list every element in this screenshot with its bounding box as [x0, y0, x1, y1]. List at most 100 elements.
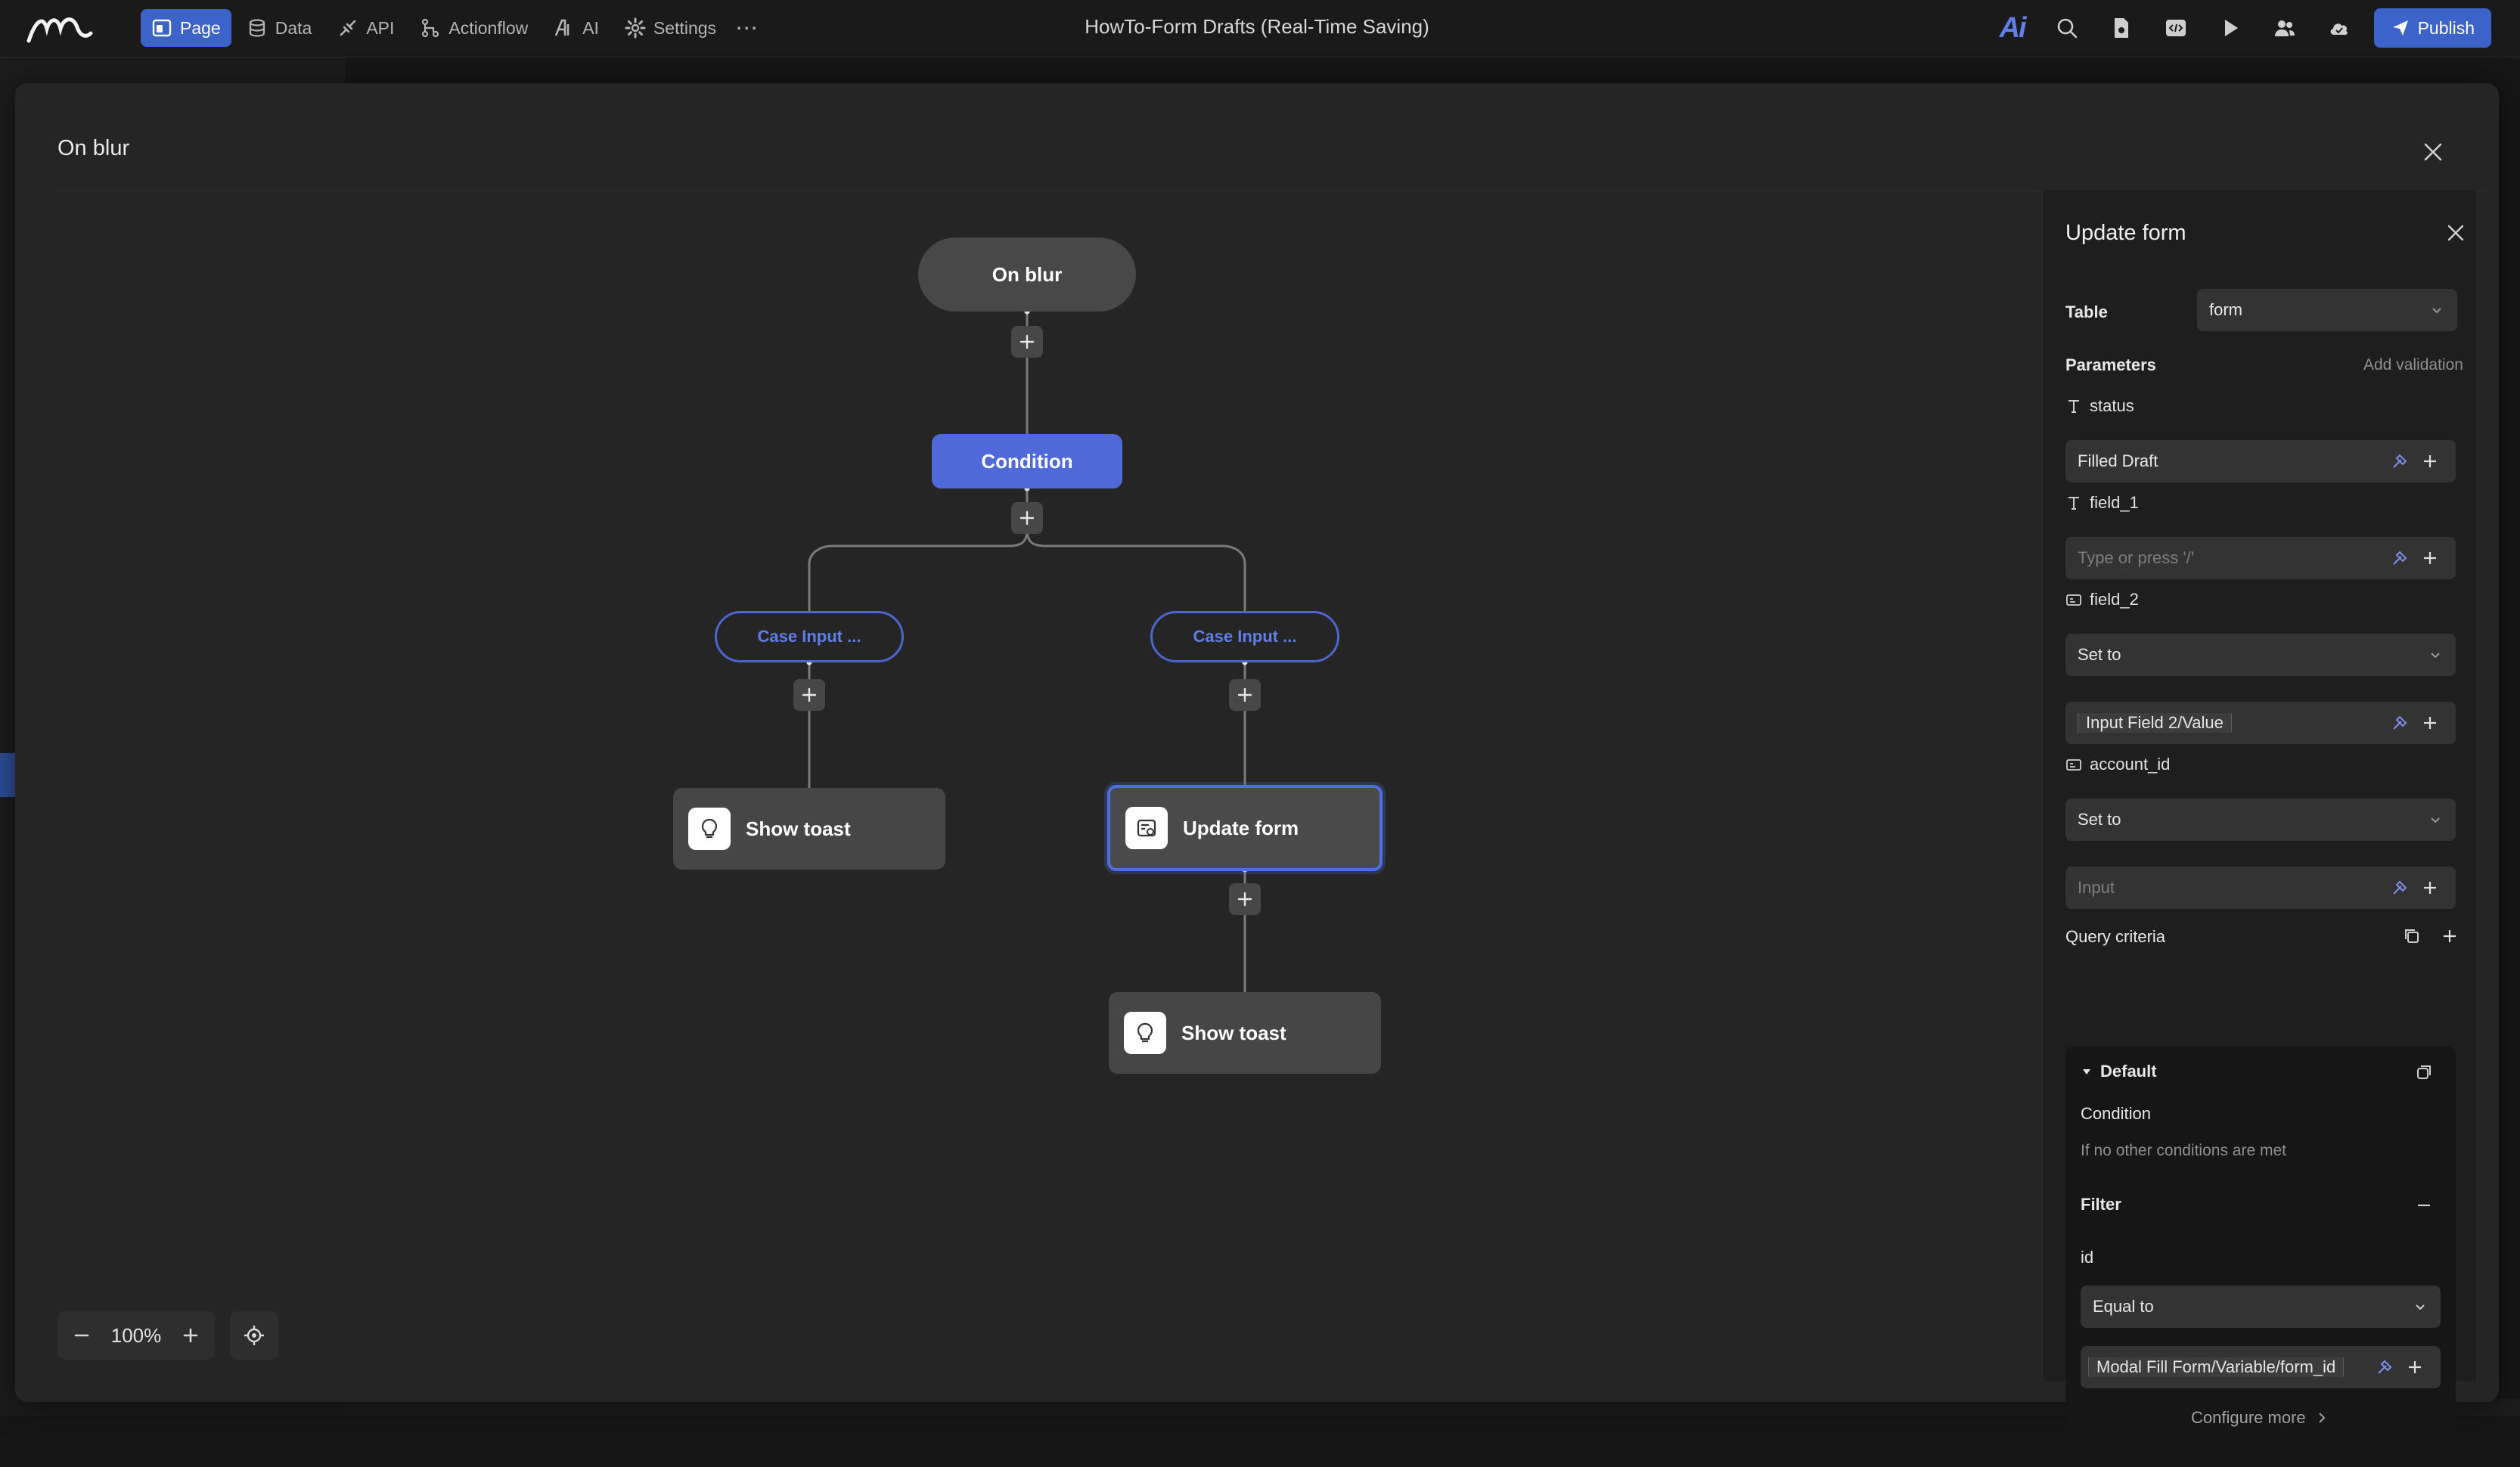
nav-page[interactable]: Page	[141, 9, 231, 47]
more-menu-button[interactable]: ⋯	[731, 9, 762, 47]
json-type-icon	[2065, 756, 2082, 773]
filter-operator-select[interactable]: Equal to	[2081, 1286, 2441, 1328]
account-id-value-input[interactable]: Input	[2065, 867, 2456, 909]
field-2-value-chip[interactable]: Input Field 2/Value	[2078, 713, 2232, 733]
magic-formula-icon[interactable]	[2385, 543, 2415, 573]
zoom-controls: 100%	[57, 1311, 215, 1360]
nav-settings-label: Settings	[653, 17, 717, 38]
event-flow-modal: On blur On blur Condition Case Input ...…	[15, 83, 2499, 1467]
flow-canvas[interactable]: On blur Condition Case Input ... Case In…	[15, 83, 2042, 1402]
magic-formula-icon[interactable]	[2369, 1352, 2400, 1382]
param-name: field_1	[2090, 493, 2139, 512]
parameters-label: Parameters	[2065, 355, 2156, 374]
flow-node-start[interactable]: On blur	[918, 237, 1136, 312]
nav-data[interactable]: Data	[236, 9, 323, 47]
nav-ai[interactable]: AI	[543, 9, 610, 47]
duplicate-criteria-button[interactable]	[2409, 1057, 2439, 1087]
plus-icon	[1019, 334, 1035, 349]
close-icon	[2447, 225, 2464, 241]
field-2-value-input[interactable]: Input Field 2/Value	[2065, 702, 2456, 744]
param-name: status	[2090, 396, 2134, 415]
status-value: Filled Draft	[2078, 451, 2158, 470]
zoom-in-button[interactable]	[175, 1320, 206, 1351]
cloud-sync-button[interactable]	[2320, 8, 2359, 48]
main-nav: Page Data API Actionflow AI Settings ⋯	[141, 9, 762, 47]
text-type-icon	[2065, 495, 2082, 511]
form-update-icon	[1125, 807, 1168, 849]
plus-icon[interactable]	[2415, 708, 2445, 738]
account-id-mode-select[interactable]: Set to	[2065, 799, 2456, 841]
add-step-button[interactable]	[1229, 679, 1261, 711]
zoom-out-button[interactable]	[67, 1320, 97, 1351]
magic-formula-icon[interactable]	[2385, 708, 2415, 738]
page-icon	[152, 19, 172, 37]
ai-assistant-button[interactable]: Ai	[1993, 8, 2032, 48]
add-step-button[interactable]	[793, 679, 825, 711]
minus-icon	[2418, 1204, 2430, 1207]
add-step-button[interactable]	[1011, 326, 1043, 358]
panel-close-button[interactable]	[2441, 218, 2471, 248]
configure-more-link[interactable]: Configure more	[2191, 1408, 2329, 1428]
plus-icon[interactable]	[2415, 446, 2445, 476]
plus-icon[interactable]	[2415, 873, 2445, 903]
flow-node-label: Update form	[1183, 816, 1299, 839]
action-config-panel: Update form Table form Parameters Add va…	[2042, 191, 2476, 1467]
param-account-id: account_id	[2065, 755, 2170, 774]
recenter-button[interactable]	[230, 1311, 278, 1360]
text-type-icon	[2065, 398, 2082, 414]
nav-settings[interactable]: Settings	[614, 9, 727, 47]
nav-data-label: Data	[275, 17, 312, 38]
preview-button[interactable]	[2211, 8, 2250, 48]
magic-formula-icon[interactable]	[2385, 873, 2415, 903]
table-select[interactable]: form	[2197, 289, 2457, 331]
top-bar: Page Data API Actionflow AI Settings ⋯ H…	[0, 0, 2520, 57]
nav-api[interactable]: API	[327, 9, 405, 47]
flow-node-show-toast-bottom[interactable]: Show toast	[1109, 992, 1381, 1074]
cloud-icon	[2330, 23, 2348, 35]
ai-logo: Ai	[1999, 11, 2027, 44]
field-2-mode-select[interactable]: Set to	[2065, 634, 2456, 676]
lightbulb-icon	[688, 808, 731, 850]
plus-icon	[1237, 892, 1252, 907]
copy-criteria-button[interactable]	[2397, 921, 2427, 951]
app-logo[interactable]	[26, 11, 94, 47]
document-settings-button[interactable]	[2102, 8, 2141, 48]
collaborators-button[interactable]	[2265, 8, 2304, 48]
flow-node-case-left[interactable]: Case Input ...	[715, 611, 904, 662]
nav-page-label: Page	[180, 17, 221, 38]
magic-formula-icon[interactable]	[2385, 446, 2415, 476]
default-criteria-toggle[interactable]: Default	[2081, 1062, 2157, 1081]
search-button[interactable]	[2047, 8, 2087, 48]
flow-node-show-toast-left[interactable]: Show toast	[673, 788, 945, 870]
add-step-button[interactable]	[1011, 502, 1043, 534]
chevron-right-icon	[2318, 1413, 2326, 1423]
code-button[interactable]	[2156, 8, 2196, 48]
field-1-value-input[interactable]: Type or press '/'	[2065, 537, 2456, 579]
nav-actionflow[interactable]: Actionflow	[409, 9, 538, 47]
flow-node-label: Show toast	[746, 817, 851, 840]
plus-icon[interactable]	[2415, 543, 2445, 573]
crosshair-icon	[244, 1326, 264, 1345]
account-id-placeholder: Input	[2078, 878, 2115, 897]
publish-button[interactable]: Publish	[2373, 8, 2491, 48]
code-icon	[2165, 20, 2186, 36]
flow-node-case-right[interactable]: Case Input ...	[1150, 611, 1339, 662]
flow-node-update-form[interactable]: Update form	[1107, 785, 1383, 871]
filter-value-input[interactable]: Modal Fill Form/Variable/form_id	[2081, 1346, 2441, 1388]
ai-icon	[555, 19, 569, 36]
filter-label: Filter	[2081, 1195, 2121, 1214]
collapse-filter-button[interactable]	[2409, 1189, 2439, 1219]
modal-close-button[interactable]	[2414, 133, 2452, 171]
filter-operator-value: Equal to	[2093, 1297, 2154, 1316]
flow-node-condition[interactable]: Condition	[932, 434, 1122, 488]
status-value-input[interactable]: Filled Draft	[2065, 440, 2456, 482]
chevron-down-icon	[2432, 308, 2441, 314]
plus-icon[interactable]	[2400, 1352, 2430, 1382]
add-criteria-button[interactable]	[2435, 921, 2465, 951]
add-step-button[interactable]	[1229, 883, 1261, 915]
gear-icon	[625, 17, 646, 39]
filter-value-chip[interactable]: Modal Fill Form/Variable/form_id	[2088, 1357, 2345, 1377]
add-validation-link[interactable]: Add validation	[2363, 356, 2463, 374]
nav-ai-label: AI	[582, 17, 599, 38]
field-1-placeholder: Type or press '/'	[2078, 548, 2194, 567]
